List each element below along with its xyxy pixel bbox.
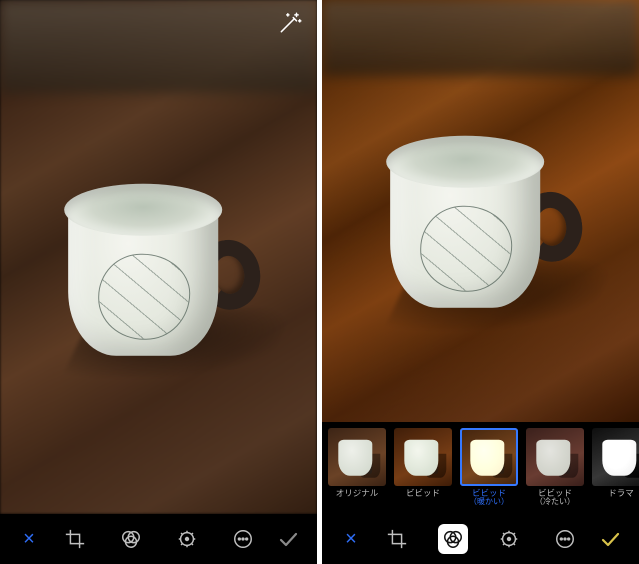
adjust-dial-icon bbox=[176, 528, 198, 550]
crop-tool-button[interactable] bbox=[382, 524, 412, 554]
thumb-sublabel: （冷たい） bbox=[535, 498, 575, 506]
filters-tool-button[interactable] bbox=[438, 524, 468, 554]
filter-thumb-vivid-cool[interactable]: ビビッド （冷たい） bbox=[524, 428, 586, 512]
thumb-label: オリジナル bbox=[336, 489, 379, 498]
preview-subject-mug bbox=[58, 176, 238, 366]
thumb-preview bbox=[328, 428, 386, 486]
editor-pane-left: × bbox=[0, 0, 317, 564]
filters-icon bbox=[120, 528, 142, 550]
thumb-preview bbox=[460, 428, 518, 486]
crop-icon bbox=[386, 528, 408, 550]
adjust-tool-button[interactable] bbox=[172, 524, 202, 554]
filter-thumb-dramatic[interactable]: ドラマ bbox=[590, 428, 639, 512]
bottom-toolbar: × bbox=[0, 514, 317, 564]
thumb-preview bbox=[526, 428, 584, 486]
thumb-preview bbox=[394, 428, 452, 486]
crop-tool-button[interactable] bbox=[60, 524, 90, 554]
more-ellipsis-icon bbox=[554, 528, 576, 550]
done-button[interactable] bbox=[595, 524, 625, 554]
cancel-button[interactable]: × bbox=[14, 524, 44, 554]
thumb-preview bbox=[592, 428, 639, 486]
cancel-button[interactable]: × bbox=[336, 524, 366, 554]
preview-subject-mug bbox=[380, 128, 560, 318]
tool-group bbox=[60, 524, 258, 554]
more-tool-button[interactable] bbox=[228, 524, 258, 554]
more-tool-button[interactable] bbox=[550, 524, 580, 554]
done-button[interactable] bbox=[273, 524, 303, 554]
adjust-dial-icon bbox=[498, 528, 520, 550]
photo-preview[interactable] bbox=[0, 0, 317, 514]
more-ellipsis-icon bbox=[232, 528, 254, 550]
magic-wand-icon bbox=[277, 10, 303, 36]
thumb-label: ビビッド bbox=[406, 489, 440, 498]
checkmark-icon bbox=[276, 527, 300, 551]
thumb-sublabel: （暖かい） bbox=[469, 498, 509, 506]
filter-thumb-vivid-warm[interactable]: ビビッド （暖かい） bbox=[458, 428, 520, 512]
filters-tool-button[interactable] bbox=[116, 524, 146, 554]
filter-thumb-original[interactable]: オリジナル bbox=[326, 428, 388, 512]
crop-icon bbox=[64, 528, 86, 550]
filter-thumb-vivid[interactable]: ビビッド bbox=[392, 428, 454, 512]
thumb-label: ドラマ bbox=[608, 489, 634, 498]
editor-pane-right: オリジナル ビビッド ビビッド （暖かい） ビビッド （冷たい） ドラマ × bbox=[322, 0, 639, 564]
auto-enhance-button[interactable] bbox=[277, 10, 303, 36]
adjust-tool-button[interactable] bbox=[494, 524, 524, 554]
checkmark-icon bbox=[598, 527, 622, 551]
filter-thumbnail-strip[interactable]: オリジナル ビビッド ビビッド （暖かい） ビビッド （冷たい） ドラマ bbox=[322, 422, 639, 514]
filters-icon bbox=[442, 528, 464, 550]
tool-group bbox=[382, 524, 580, 554]
photo-preview[interactable] bbox=[322, 0, 639, 422]
bottom-toolbar: × bbox=[322, 514, 639, 564]
